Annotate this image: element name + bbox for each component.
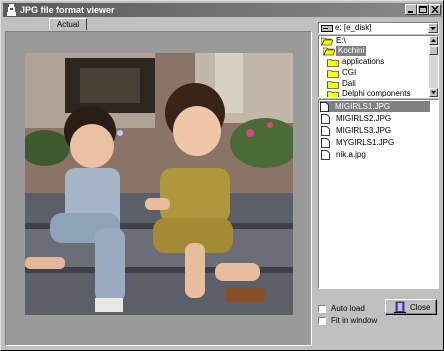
open-folder-icon bbox=[321, 37, 333, 46]
maximize-icon bbox=[419, 6, 427, 13]
open-folder-icon bbox=[323, 47, 335, 56]
file-item-selected[interactable]: MIGIRLS1.JPG bbox=[320, 101, 430, 112]
directory-item-label: E:\ bbox=[336, 36, 346, 45]
tab-actual[interactable]: Actual bbox=[49, 18, 87, 30]
drive-icon bbox=[321, 25, 333, 32]
fit-in-window-checkbox-box[interactable] bbox=[318, 317, 326, 325]
drive-select-value: e: [e_disk] bbox=[335, 23, 372, 32]
directory-item-label: CGI bbox=[342, 68, 357, 77]
file-icon bbox=[321, 126, 330, 136]
maximize-button[interactable] bbox=[417, 4, 429, 15]
file-icon bbox=[321, 150, 330, 160]
file-icon bbox=[321, 114, 330, 124]
arrow-down-icon bbox=[431, 91, 436, 94]
window-title: JPG file format viewer bbox=[20, 5, 115, 15]
title-bar[interactable]: JPG file format viewer bbox=[3, 3, 442, 17]
folder-icon bbox=[327, 59, 339, 67]
file-icon bbox=[321, 138, 330, 148]
drive-dropdown-button[interactable] bbox=[428, 23, 438, 33]
app-icon bbox=[7, 4, 16, 16]
directory-item-label: Kochini bbox=[336, 46, 367, 56]
minimize-icon bbox=[408, 11, 413, 13]
chevron-down-icon bbox=[430, 27, 436, 30]
close-button[interactable]: Close bbox=[385, 299, 437, 315]
scroll-thumb[interactable] bbox=[429, 46, 438, 55]
directory-item-label: Delphi components bbox=[342, 89, 411, 98]
auto-load-checkbox-box[interactable] bbox=[318, 305, 326, 313]
directory-item-label: Dali bbox=[342, 79, 356, 88]
drive-select[interactable]: e: [e_disk] bbox=[318, 22, 439, 34]
file-item-label: MIGIRLS2.JPG bbox=[336, 114, 392, 123]
close-button-label: Close bbox=[410, 303, 431, 312]
folder-icon bbox=[327, 81, 339, 89]
directory-list[interactable]: E:\ Kochini applications CGI Dali Delphi… bbox=[318, 35, 439, 98]
door-exit-icon bbox=[394, 301, 406, 313]
file-item-label: MIGIRLS3.JPG bbox=[336, 126, 392, 135]
file-item-label: nik.a.jpg bbox=[336, 150, 366, 159]
app-window: JPG file format viewer Actual e: [e_disk… bbox=[0, 0, 444, 351]
folder-icon bbox=[327, 70, 339, 78]
arrow-up-icon bbox=[431, 39, 436, 42]
fit-in-window-label: Fit in window bbox=[331, 316, 378, 325]
tab-actual-label: Actual bbox=[56, 20, 80, 29]
file-list[interactable]: MIGIRLS1.JPG MIGIRLS2.JPG MIGIRLS3.JPG M… bbox=[318, 99, 439, 289]
window-close-button[interactable] bbox=[429, 4, 441, 15]
close-icon bbox=[431, 6, 439, 13]
file-item-label: MYGIRLS1.JPG bbox=[336, 138, 395, 147]
scroll-up-button[interactable] bbox=[429, 36, 438, 45]
file-item-label: MIGIRLS1.JPG bbox=[335, 102, 391, 111]
photo-image bbox=[25, 53, 293, 315]
photo-content bbox=[25, 53, 293, 315]
file-icon bbox=[320, 102, 329, 112]
minimize-button[interactable] bbox=[405, 4, 417, 15]
scroll-down-button[interactable] bbox=[429, 88, 438, 97]
directory-item-label: applications bbox=[342, 57, 385, 66]
auto-load-label: Auto load bbox=[331, 304, 365, 313]
directory-scrollbar[interactable] bbox=[429, 36, 438, 97]
folder-icon bbox=[327, 91, 339, 97]
image-viewer-panel bbox=[5, 31, 312, 346]
